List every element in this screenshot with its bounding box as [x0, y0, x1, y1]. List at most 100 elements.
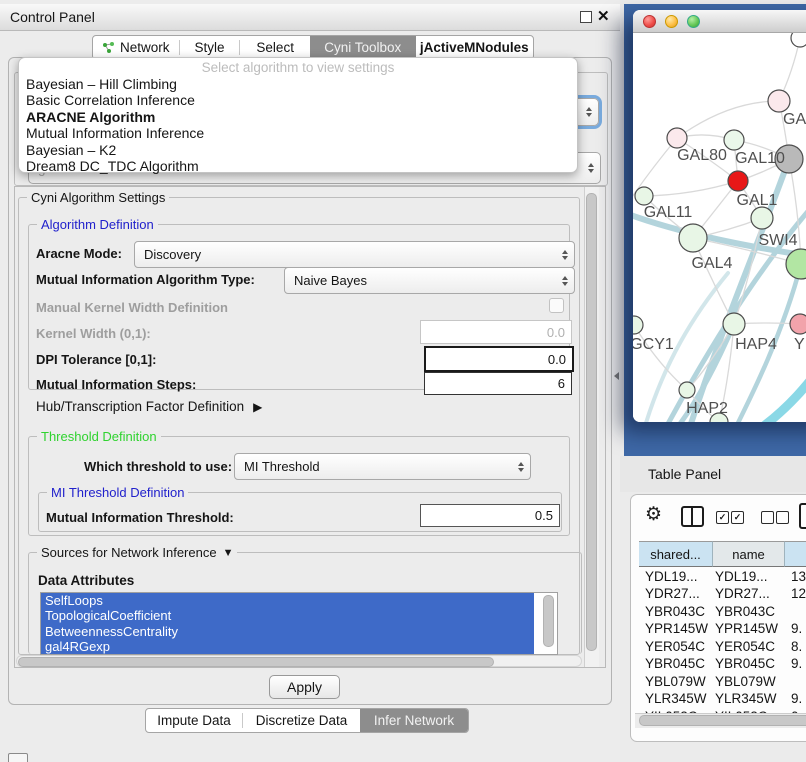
tab-impute-data-label: Impute Data — [157, 713, 231, 728]
stepper-arrows-icon — [562, 276, 568, 286]
tab-cyni-toolbox[interactable]: Cyni Toolbox — [310, 36, 416, 59]
minimize-traffic-light[interactable] — [665, 15, 678, 28]
deselect-all-icon[interactable] — [761, 511, 774, 524]
popup-item[interactable]: Dream8 DC_TDC Algorithm — [19, 158, 577, 174]
cell: 8. — [785, 639, 802, 654]
node-label: Y — [794, 336, 805, 353]
cell: YER054C — [713, 639, 785, 654]
node-gcy1[interactable] — [633, 316, 643, 334]
list-item[interactable]: SelfLoops — [41, 593, 534, 608]
list-vscrollbar-thumb[interactable] — [543, 595, 554, 647]
popup-placeholder: Select algorithm to view settings — [19, 60, 577, 76]
node-label: SWI4 — [758, 232, 797, 249]
select-all-icon[interactable]: ✓ — [716, 511, 729, 524]
tab-jactivemnodules[interactable]: jActiveMNodules — [416, 36, 533, 59]
node[interactable] — [724, 130, 744, 150]
close-icon[interactable]: ✕ — [597, 7, 610, 25]
table-row[interactable]: YPR145WYPR145W9. — [639, 620, 802, 638]
function-builder-icon[interactable] — [799, 503, 806, 529]
algorithm-definition-title: Algorithm Definition — [37, 217, 158, 232]
popup-item[interactable]: Basic Correlation Inference — [19, 92, 577, 108]
which-threshold-combo[interactable]: MI Threshold — [234, 453, 531, 480]
node-gal4[interactable] — [679, 224, 707, 252]
node-hap4[interactable] — [723, 313, 745, 335]
network-icon — [102, 41, 115, 54]
deselect-all-icon-2[interactable] — [776, 511, 789, 524]
column-browser-icon-divider — [691, 508, 693, 525]
popup-item[interactable]: Bayesian – K2 — [19, 142, 577, 158]
table-row[interactable]: YBL079WYBL079W — [639, 673, 791, 691]
threshold-definition-title: Threshold Definition — [37, 429, 161, 444]
popup-item[interactable]: Bayesian – Hill Climbing — [19, 76, 577, 92]
which-threshold-label: Which threshold to use: — [84, 459, 232, 474]
cell: YBL079W — [639, 674, 713, 689]
node-gal1[interactable] — [728, 171, 748, 191]
table-row[interactable]: YBR043CYBR043C — [639, 603, 791, 621]
hub-expander[interactable]: Hub/Transcription Factor Definition ▶ — [36, 399, 262, 414]
aracne-mode-combo[interactable]: Discovery — [134, 241, 575, 268]
manual-kernel-checkbox[interactable] — [549, 298, 564, 313]
settings-hscrollbar-thumb[interactable] — [18, 657, 494, 667]
column-header-shared-name[interactable]: shared... — [639, 541, 713, 567]
tab-network[interactable]: Network — [93, 36, 179, 59]
tab-impute-data[interactable]: Impute Data — [146, 709, 242, 732]
table-row[interactable]: YLR345WYLR345W9. — [639, 690, 802, 708]
mi-algorithm-type-label: Mutual Information Algorithm Type: — [36, 272, 255, 287]
tab-discretize-data-label: Discretize Data — [256, 713, 348, 728]
node-label: GAL10 — [735, 150, 785, 167]
control-panel: Control Panel ✕ Network Style Select — [0, 0, 620, 762]
tab-select[interactable]: Select — [240, 36, 310, 59]
column-header-name[interactable]: name — [713, 541, 785, 567]
mi-steps-value: 6 — [558, 376, 565, 391]
stepper-arrows-icon — [588, 163, 594, 173]
list-item[interactable]: BetweennessCentrality — [41, 624, 534, 639]
gear-icon[interactable]: ⚙ — [645, 503, 662, 526]
mi-algorithm-type-combo[interactable]: Naive Bayes — [284, 267, 575, 294]
zoom-traffic-light[interactable] — [687, 15, 700, 28]
apply-button[interactable]: Apply — [269, 675, 340, 699]
node[interactable] — [790, 314, 806, 334]
dpi-tolerance-field[interactable]: 0.0 — [424, 346, 574, 372]
restore-panel-icon[interactable] — [8, 753, 28, 762]
node-gal11[interactable] — [635, 187, 653, 205]
tab-style[interactable]: Style — [180, 36, 240, 59]
float-panel-icon[interactable] — [580, 11, 592, 23]
settings-vscrollbar-thumb[interactable] — [586, 193, 597, 651]
node-label: HAP4 — [735, 336, 777, 353]
network-canvas[interactable]: GAL80 GAL10 GAL1 GAL11 SWI4 GAL4 GCY1 HA… — [633, 33, 806, 422]
table-row[interactable]: YBR045CYBR045C9. — [639, 655, 802, 673]
table-row[interactable]: YDR27...YDR27...12 — [639, 585, 806, 603]
select-all-icon-2[interactable]: ✓ — [731, 511, 744, 524]
kernel-width-field[interactable]: 0.0 — [420, 320, 572, 344]
column-header-partial[interactable] — [785, 541, 806, 567]
triangle-down-icon[interactable]: ▼ — [223, 547, 234, 559]
bottom-tabbar: Impute Data Discretize Data Infer Networ… — [145, 708, 469, 733]
node-hap2[interactable] — [679, 382, 695, 398]
cell: YLR345W — [713, 691, 785, 706]
data-attributes-label: Data Attributes — [38, 573, 134, 588]
close-traffic-light[interactable] — [643, 15, 656, 28]
cell: YBR043C — [713, 604, 785, 619]
table-row[interactable]: YER054CYER054C8. — [639, 638, 802, 656]
tab-infer-network[interactable]: Infer Network — [360, 709, 468, 732]
network-window[interactable]: GAL80 GAL10 GAL1 GAL11 SWI4 GAL4 GCY1 HA… — [633, 10, 806, 422]
tab-discretize-data[interactable]: Discretize Data — [243, 709, 360, 732]
list-item[interactable]: TopologicalCoefficient — [41, 608, 534, 623]
node[interactable] — [791, 33, 806, 47]
table-hscrollbar-thumb[interactable] — [639, 715, 806, 726]
cell: 9. — [785, 656, 802, 671]
list-item[interactable]: gal4RGexp — [41, 639, 534, 654]
popup-item-selected[interactable]: ARACNE Algorithm — [19, 109, 577, 125]
network-window-titlebar[interactable] — [633, 10, 806, 33]
kernel-width-value: 0.0 — [547, 325, 565, 340]
popup-item[interactable]: Mutual Information Inference — [19, 125, 577, 141]
node-gal80[interactable] — [667, 128, 687, 148]
node[interactable] — [768, 90, 790, 112]
panel-divider-handle[interactable] — [614, 372, 619, 380]
node-swi4[interactable] — [751, 207, 773, 229]
hub-expander-label: Hub/Transcription Factor Definition — [36, 399, 244, 414]
table-row[interactable]: YDL19...YDL19...13 — [639, 568, 806, 586]
mi-threshold-field[interactable]: 0.5 — [420, 504, 560, 527]
node-label: GAL1 — [737, 192, 778, 209]
mi-steps-field[interactable]: 6 — [424, 372, 572, 395]
